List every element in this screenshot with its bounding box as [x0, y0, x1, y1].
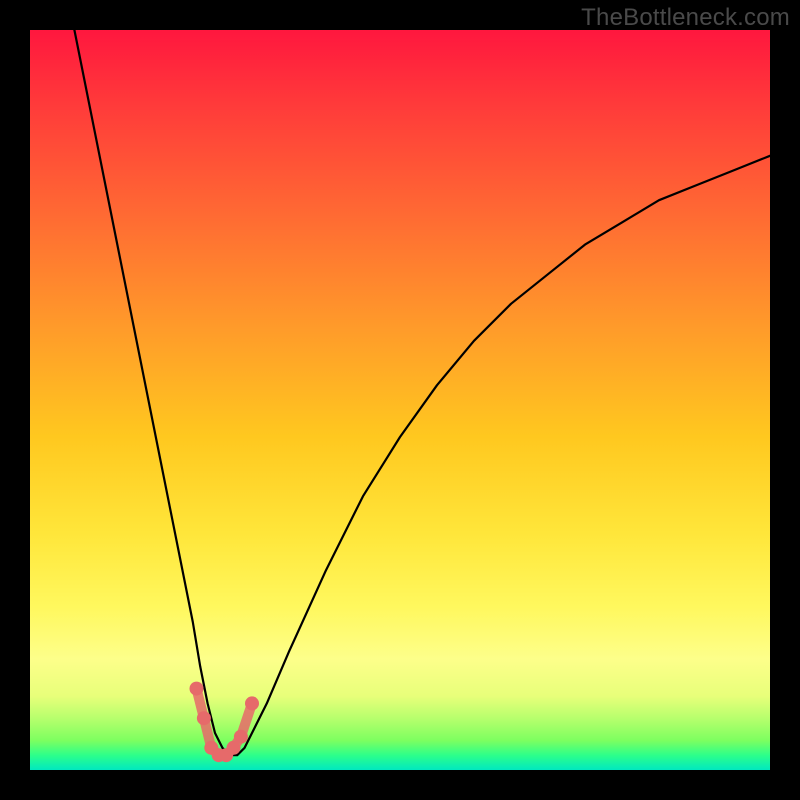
highlight-marker — [197, 711, 211, 725]
marker-layer — [190, 682, 260, 763]
bottleneck-curve-path — [74, 30, 770, 755]
highlight-marker — [190, 682, 204, 696]
plot-area — [30, 30, 770, 770]
chart-frame: TheBottleneck.com — [0, 0, 800, 800]
curve-svg — [30, 30, 770, 770]
watermark-text: TheBottleneck.com — [581, 4, 790, 32]
highlight-marker — [245, 696, 259, 710]
curve-layer — [74, 30, 770, 755]
highlight-marker — [234, 730, 248, 744]
